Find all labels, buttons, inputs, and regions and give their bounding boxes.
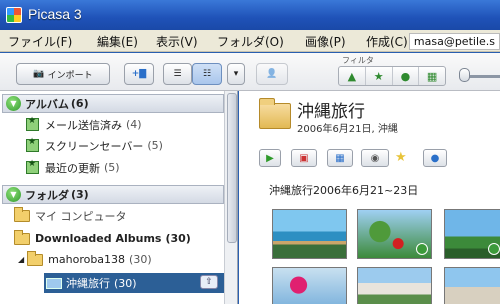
play-icon: ▶ (266, 152, 274, 164)
album-screensaver[interactable]: スクリーンセーバー (5) (26, 136, 163, 155)
filter-group: ▲ ★ ● ▦ (338, 66, 446, 86)
person-icon: ● (430, 152, 440, 164)
list-view-icon: ☰ (173, 69, 182, 79)
picture-edit-icon: ▣ (299, 152, 309, 164)
date-header: 沖縄旅行2006年6月21~23日 (269, 184, 419, 197)
menu-folder[interactable]: フォルダ(O) (217, 33, 284, 50)
upload-status-icon (488, 243, 500, 255)
disc-icon: ◉ (370, 152, 380, 164)
photo-thumbnail[interactable] (272, 267, 347, 304)
album-icon (26, 137, 39, 152)
add-to-album-button[interactable]: +▇ (124, 63, 154, 85)
detail-view-button[interactable]: ☷ (192, 63, 222, 85)
folder-icon (14, 229, 30, 245)
albums-section-header[interactable]: ▼ アルバム (6) (2, 94, 224, 113)
album-label: 最近の更新 (45, 161, 100, 175)
folder-okinawa-trip[interactable]: 沖縄旅行 (30) ⇧ (44, 273, 224, 293)
import-button[interactable]: 📷 インポート (16, 63, 110, 85)
film-strip-icon: ▦ (335, 152, 345, 164)
album-label: メール送信済み (45, 118, 122, 132)
zoom-slider-knob[interactable] (459, 68, 470, 82)
album-label: スクリーンセーバー (45, 139, 144, 153)
album-sent-email[interactable]: メール送信済み (4) (26, 115, 142, 134)
upload-icon[interactable]: ⇧ (200, 275, 218, 289)
folder-icon (14, 206, 30, 222)
star-icon: ★ (373, 69, 384, 83)
photo-thumbnail[interactable] (272, 209, 347, 259)
slideshow-button[interactable]: ▶ (259, 149, 281, 167)
photo-thumbnail[interactable] (444, 209, 500, 259)
album-subtitle[interactable]: 2006年6月21日, 沖縄 (297, 120, 398, 135)
folder-count: (30) (165, 232, 191, 245)
folder-count: (30) (129, 253, 152, 266)
movie-button[interactable]: ◉ (361, 149, 389, 167)
folder-my-computer[interactable]: マイ コンピュータ (14, 206, 127, 225)
collapse-icon[interactable]: ▼ (6, 96, 21, 111)
photo-folder-icon (46, 277, 62, 289)
add-album-icon: +▇ (131, 69, 147, 79)
person-icon: ● (400, 69, 411, 83)
menu-view[interactable]: 表示(V) (156, 33, 198, 50)
photo-thumbnail[interactable] (357, 209, 432, 259)
collapse-icon[interactable]: ▼ (6, 187, 21, 202)
window-title: Picasa 3 (28, 6, 82, 22)
albums-count: (6) (70, 97, 89, 110)
albums-label: アルバム (25, 97, 69, 111)
collage-button[interactable]: ▦ (327, 149, 353, 167)
library-pane: ▼ アルバム (6) メール送信済み (4) スクリーンセーバー (5) 最近の… (0, 91, 238, 304)
folder-large-icon (259, 98, 291, 129)
picasa-logo-icon (6, 7, 22, 23)
collapse-arrow-icon[interactable]: ◢ (18, 255, 24, 264)
folders-section-header[interactable]: ▼ フォルダ (3) (2, 185, 224, 204)
folder-count: (30) (114, 276, 137, 290)
album-count: (4) (126, 118, 142, 131)
menu-picture[interactable]: 画像(P) (305, 33, 346, 50)
star-icon[interactable]: ★ (395, 150, 407, 165)
filter-upload-button[interactable]: ▲ (339, 67, 366, 85)
folder-label: Downloaded Albums (35, 232, 162, 245)
filter-label: フィルタ (342, 56, 374, 65)
upload-status-icon (416, 243, 428, 255)
people-button[interactable]: 👤 (256, 63, 288, 85)
filter-starred-button[interactable]: ★ (366, 67, 393, 85)
lightbox-pane: 沖縄旅行 2006年6月21日, 沖縄 ▶ ▣ ▦ ◉ ★ ● 沖縄旅行2006… (239, 91, 500, 304)
photo-thumbnail[interactable] (444, 267, 500, 304)
camera-icon: 📷 (33, 69, 45, 79)
folder-label: 沖縄旅行 (66, 277, 110, 290)
album-count: (5) (104, 161, 120, 174)
filter-movie-button[interactable]: ▦ (419, 67, 445, 85)
title-bar: Picasa 3 (0, 0, 500, 30)
folder-mahoroba138[interactable]: ◢ mahoroba138 (30) (18, 250, 152, 269)
folders-label: フォルダ (25, 188, 69, 202)
library-scrollbar[interactable] (224, 91, 237, 304)
album-count: (5) (147, 139, 163, 152)
chevron-down-icon: ▾ (233, 69, 239, 79)
folder-label: マイ コンピュータ (35, 209, 127, 223)
filter-people-button[interactable]: ● (393, 67, 420, 85)
photo-thumbnail[interactable] (357, 267, 432, 304)
import-label: インポート (47, 70, 93, 81)
triangle-icon: ▲ (347, 69, 357, 83)
menu-create[interactable]: 作成(C) (366, 33, 408, 50)
album-icon (26, 159, 39, 174)
tree-view-icon: ☷ (202, 69, 212, 79)
account-email[interactable]: masa@petile.s (408, 33, 500, 50)
menu-file[interactable]: ファイル(F) (8, 33, 72, 50)
scroll-thumb[interactable] (227, 93, 237, 243)
album-icon (26, 116, 39, 131)
people-button[interactable]: ● (423, 149, 447, 167)
album-recent-updates[interactable]: 最近の更新 (5) (26, 158, 120, 177)
view-dropdown-button[interactable]: ▾ (227, 63, 245, 85)
folders-count: (3) (71, 188, 89, 201)
folder-label: mahoroba138 (48, 253, 126, 266)
album-title[interactable]: 沖縄旅行 (297, 97, 365, 122)
person-icon: 👤 (266, 69, 278, 79)
film-icon: ▦ (426, 69, 438, 83)
thumbnail-view-button[interactable]: ☰ (163, 63, 192, 85)
folder-downloaded-albums[interactable]: Downloaded Albums (30) (14, 229, 191, 248)
menu-edit[interactable]: 編集(E) (97, 33, 138, 50)
edit-description-button[interactable]: ▣ (291, 149, 317, 167)
folder-icon (27, 250, 44, 266)
